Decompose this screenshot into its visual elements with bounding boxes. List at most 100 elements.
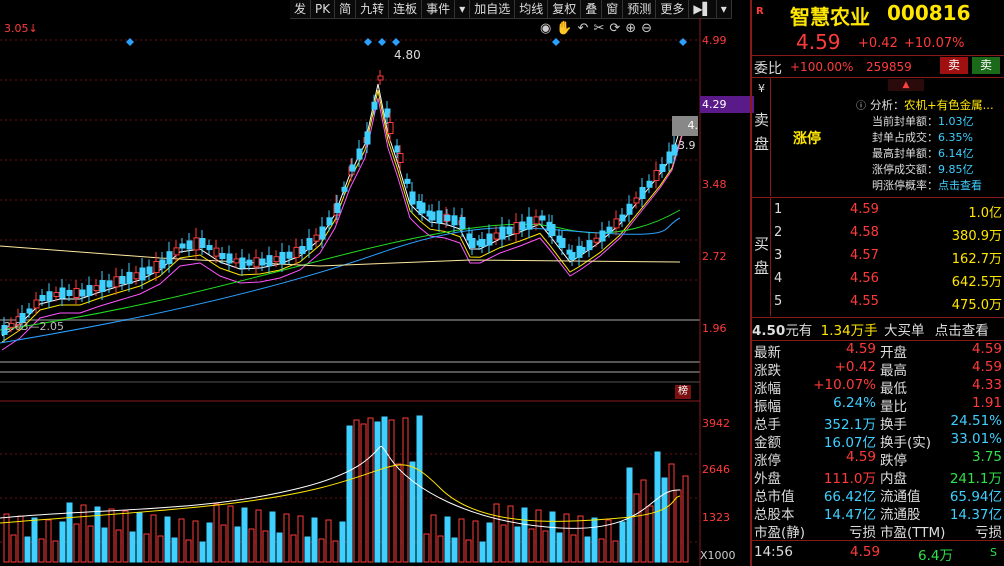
candle-body: [429, 211, 436, 221]
toolbar-item[interactable]: 窗: [602, 0, 624, 18]
volume-bar: [122, 510, 129, 563]
candle-body: [364, 131, 371, 145]
bid-level-row[interactable]: 1 4.59 1.0亿: [770, 202, 1004, 224]
stat-label: 总股本: [754, 507, 795, 523]
price-tick: 4.99: [702, 34, 727, 47]
toolbar-item[interactable]: 九转: [356, 0, 390, 18]
low-price-label: 2.03—2.05: [4, 320, 64, 333]
candle-body: [579, 247, 586, 253]
sell-button[interactable]: 卖: [940, 57, 968, 74]
ranking-button[interactable]: 榜: [675, 385, 691, 399]
bid-level: 2: [774, 225, 783, 240]
volume-bar: [353, 419, 360, 563]
big-order-link[interactable]: 点击查看: [935, 323, 989, 339]
bid-volume: 380.9万: [951, 229, 1002, 244]
limit-info-row: 当前封单额：1.03亿: [872, 113, 974, 129]
current-price-tag: 4.29: [700, 96, 754, 113]
volume-bar: [381, 416, 388, 563]
toolbar-item[interactable]: PK: [311, 0, 336, 18]
candle-body: [397, 153, 404, 163]
volume-bar: [31, 517, 38, 563]
candle-body: [299, 246, 306, 254]
stat-label: 金额: [754, 435, 781, 451]
toolbar-item[interactable]: ▾: [716, 0, 732, 18]
stat-label: 外盘: [754, 471, 781, 487]
bid-level-row[interactable]: 2 4.58 380.9万: [770, 225, 1004, 247]
stat-label: 涨跌: [754, 363, 781, 379]
candle-body: [219, 253, 226, 259]
bid-level: 1: [774, 202, 783, 217]
crosshair-tag-low: 3.9: [678, 139, 696, 152]
stat-label: 最新: [754, 345, 781, 361]
big-order-text: 元有: [785, 323, 813, 339]
toolbar-item[interactable]: 复权: [548, 0, 582, 18]
volume-bar: [143, 533, 150, 563]
collapse-arrow-icon[interactable]: ▲: [888, 79, 924, 91]
candle-body: [313, 234, 320, 242]
bid-price: 4.56: [850, 271, 879, 286]
toolbar-item[interactable]: 简: [335, 0, 357, 18]
bid-volume: 642.5万: [951, 275, 1002, 290]
tick-volume: 6.4万: [918, 548, 953, 564]
volume-bar: [339, 521, 346, 563]
candle-body: [639, 187, 646, 199]
volume-bar: [108, 508, 115, 563]
candle-body: [93, 285, 100, 292]
toolbar-item[interactable]: ▾: [455, 0, 471, 18]
info-key: 明涨停概率：: [872, 179, 938, 192]
volume-bar: [479, 541, 486, 563]
candle-body: [513, 222, 520, 235]
toolbar-item[interactable]: ▶▌: [689, 0, 717, 18]
volume-bar: [514, 526, 521, 563]
volume-bar: [304, 536, 311, 563]
bid-price: 4.55: [850, 294, 879, 309]
candle-body: [599, 230, 606, 242]
volume-unit: X1000: [700, 549, 736, 562]
buy-button[interactable]: 卖: [972, 57, 1000, 74]
bid-level-row[interactable]: 4 4.56 642.5万: [770, 271, 1004, 293]
candle-body: [459, 217, 466, 229]
info-value[interactable]: 点击查看: [938, 179, 982, 192]
volume-bar: [220, 524, 227, 563]
kline-chart[interactable]: [0, 18, 752, 566]
stat-value: +10.07%: [813, 377, 876, 393]
candle-body: [409, 191, 416, 205]
volume-bar: [227, 505, 234, 563]
toolbar-item[interactable]: 事件: [422, 0, 456, 18]
bid-volume: 475.0万: [951, 298, 1002, 313]
big-order-row[interactable]: 4.50元有 1.34万手 大买单 点击查看: [752, 319, 1004, 339]
tick-price: 4.59: [850, 544, 881, 560]
bid-price: 4.58: [850, 225, 879, 240]
toolbar-item[interactable]: 均线: [515, 0, 549, 18]
buy-side-label: 买盘: [754, 235, 770, 277]
stat-value: 3.75: [971, 449, 1002, 465]
volume-bar: [633, 493, 640, 563]
volume-bar: [668, 463, 675, 563]
stat-label: 市盈(静): [754, 525, 806, 541]
volume-bar: [654, 451, 661, 563]
info-value: 6.35%: [938, 131, 973, 144]
volume-bar: [3, 513, 10, 563]
candle-body: [666, 151, 673, 164]
candle-body: [526, 216, 533, 230]
toolbar-item[interactable]: 发: [290, 0, 312, 18]
divider: [752, 197, 1004, 198]
volume-bar: [584, 536, 591, 563]
toolbar-item[interactable]: 叠: [581, 0, 603, 18]
bid-level-row[interactable]: 3 4.57 162.7万: [770, 248, 1004, 270]
quote-stat-row: 市盈(静) 亏损 市盈(TTM) 亏损: [752, 521, 1004, 542]
stat-value: 65.94亿: [949, 489, 1002, 505]
toolbar-item[interactable]: 连板: [389, 0, 423, 18]
big-order-text2: 大买单: [883, 323, 925, 339]
toolbar-item[interactable]: 加自选: [470, 0, 516, 18]
toolbar-item[interactable]: 更多: [656, 0, 690, 18]
toolbar-item[interactable]: 预测: [623, 0, 657, 18]
divider: [752, 317, 1004, 318]
stock-name: 智慧农业: [790, 5, 870, 29]
bid-level-row[interactable]: 5 4.55 475.0万: [770, 294, 1004, 316]
info-key: 当前封单额：: [872, 115, 938, 128]
candle-body: [119, 276, 126, 284]
volume-bar: [500, 524, 507, 563]
analysis-topic[interactable]: 农机+有色金属...: [904, 97, 994, 113]
volume-bar: [402, 417, 409, 563]
